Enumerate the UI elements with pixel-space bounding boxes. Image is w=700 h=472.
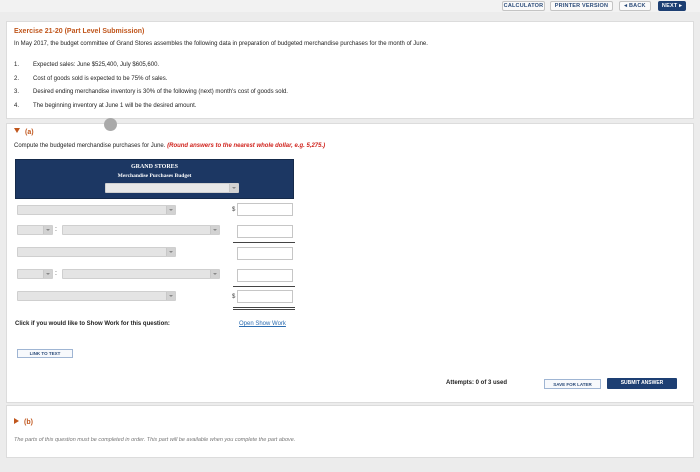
colon-separator: : bbox=[55, 226, 57, 233]
chevron-down-icon bbox=[210, 226, 219, 234]
top-toolbar: CALCULATOR PRINTER VERSION ◂ BACK NEXT ▸ bbox=[0, 0, 700, 12]
calculator-button[interactable]: CALCULATOR bbox=[502, 1, 545, 11]
row3-amount-input[interactable] bbox=[237, 247, 293, 260]
rounding-note: (Round answers to the nearest whole doll… bbox=[167, 143, 326, 149]
list-item-number: 4. bbox=[14, 102, 20, 109]
list-item: 1. Expected sales: June $525,400, July $6… bbox=[14, 59, 288, 73]
chevron-down-icon bbox=[43, 226, 52, 234]
chevron-down-icon bbox=[229, 184, 238, 192]
link-to-text-button[interactable]: LINK TO TEXT bbox=[17, 349, 73, 358]
part-a-panel: (a) Compute the budgeted merchandise pur… bbox=[6, 123, 694, 403]
exercise-panel: Exercise 21-20 (Part Level Submission) I… bbox=[6, 21, 694, 119]
list-item: 4. The beginning inventory at June 1 will… bbox=[14, 100, 288, 114]
chevron-down-icon bbox=[210, 270, 219, 278]
exercise-data-list: 1. Expected sales: June $525,400, July $6… bbox=[14, 59, 288, 113]
part-b-header[interactable]: (b) bbox=[14, 418, 33, 426]
part-b-locked-note: The parts of this question must be compl… bbox=[14, 437, 296, 443]
submit-answer-button[interactable]: SUBMIT ANSWER bbox=[607, 378, 677, 389]
part-b-label: (b) bbox=[24, 419, 33, 426]
save-for-later-button[interactable]: SAVE FOR LATER bbox=[544, 379, 601, 389]
budget-company-name: GRAND STORES bbox=[130, 164, 179, 170]
row4-amount-input[interactable] bbox=[237, 269, 293, 282]
list-item-number: 1. bbox=[14, 62, 20, 68]
expand-triangle-icon bbox=[14, 418, 19, 424]
next-button[interactable]: NEXT ▸ bbox=[658, 1, 686, 11]
exercise-title: Exercise 21-20 (Part Level Submission) bbox=[14, 28, 145, 35]
colon-separator: : bbox=[55, 270, 57, 277]
attempts-counter: Attempts: 0 of 3 used bbox=[446, 380, 508, 386]
chevron-down-icon bbox=[166, 292, 175, 300]
collapse-triangle-icon bbox=[14, 128, 20, 133]
row4-operator-select[interactable] bbox=[17, 269, 53, 279]
budget-header: GRAND STORES Merchandise Purchases Budge… bbox=[15, 159, 294, 199]
exercise-intro: In May 2017, the budget committee of Gra… bbox=[14, 41, 428, 47]
dollar-sign: $ bbox=[232, 294, 236, 300]
list-item-number: 2. bbox=[14, 75, 20, 82]
list-item: 3. Desired ending merchandise inventory i… bbox=[14, 86, 288, 100]
printer-version-button[interactable]: PRINTER VERSION bbox=[550, 1, 613, 11]
list-item-text: Desired ending merchandise inventory is … bbox=[33, 89, 288, 95]
part-b-panel: (b) The parts of this question must be c… bbox=[6, 405, 694, 458]
list-item-number: 3. bbox=[14, 89, 20, 95]
back-button[interactable]: ◂ BACK bbox=[619, 1, 651, 11]
list-item-text: Cost of goods sold is expected to be 75%… bbox=[33, 75, 168, 82]
subtotal-rule bbox=[233, 242, 295, 243]
instruction-text: Compute the budgeted merchandise purchas… bbox=[14, 143, 166, 149]
chevron-down-icon bbox=[166, 248, 175, 256]
list-item: 2. Cost of goods sold is expected to be 7… bbox=[14, 73, 288, 87]
chevron-down-icon bbox=[43, 270, 52, 278]
row3-account-select[interactable] bbox=[17, 247, 176, 257]
row5-account-select[interactable] bbox=[17, 291, 176, 301]
total-double-rule-bottom bbox=[233, 309, 295, 310]
row1-amount-input[interactable] bbox=[237, 203, 293, 216]
chevron-down-icon bbox=[166, 206, 175, 214]
page: CALCULATOR PRINTER VERSION ◂ BACK NEXT ▸… bbox=[0, 0, 700, 472]
row4-account-select[interactable] bbox=[62, 269, 220, 279]
cursor-indicator bbox=[104, 118, 117, 131]
row1-account-select[interactable] bbox=[17, 205, 176, 215]
row5-amount-input[interactable] bbox=[237, 290, 293, 303]
row2-account-select[interactable] bbox=[62, 225, 220, 235]
list-item-text: Expected sales: June $525,400, July $605… bbox=[33, 62, 160, 68]
show-work-label: Click if you would like to Show Work for… bbox=[15, 321, 170, 327]
part-a-label: (a) bbox=[25, 129, 34, 136]
budget-period-select[interactable] bbox=[105, 183, 239, 193]
open-show-work-link[interactable]: Open Show Work bbox=[239, 321, 286, 327]
list-item-text: The beginning inventory at June 1 will b… bbox=[33, 102, 197, 109]
dollar-sign: $ bbox=[232, 207, 236, 213]
total-double-rule-top bbox=[233, 307, 295, 308]
budget-title: Merchandise Purchases Budget bbox=[117, 173, 192, 179]
row2-amount-input[interactable] bbox=[237, 225, 293, 238]
row2-operator-select[interactable] bbox=[17, 225, 53, 235]
subtotal-rule bbox=[233, 286, 295, 287]
part-a-header[interactable]: (a) bbox=[14, 128, 34, 136]
part-a-instruction: Compute the budgeted merchandise purchas… bbox=[14, 143, 325, 149]
